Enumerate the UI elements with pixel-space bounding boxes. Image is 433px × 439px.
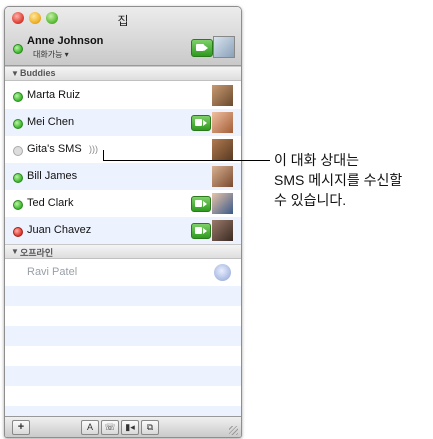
buddy-name: Bill James bbox=[27, 170, 78, 182]
buddy-name: Mei Chen bbox=[27, 116, 75, 128]
video-camera-icon bbox=[195, 227, 207, 234]
buddy-avatar bbox=[212, 220, 233, 241]
video-camera-icon bbox=[195, 119, 207, 126]
available-status-icon bbox=[13, 200, 23, 210]
video-camera-icon bbox=[196, 44, 208, 51]
buddy-avatar bbox=[212, 166, 233, 187]
buddy-name: Marta Ruiz bbox=[27, 89, 81, 101]
my-name: Anne Johnson bbox=[27, 35, 104, 47]
screen-sharing-button[interactable]: ⧉ bbox=[141, 420, 159, 435]
buddy-name: Ted Clark bbox=[27, 197, 74, 209]
video-chat-button[interactable] bbox=[191, 196, 211, 212]
callout-line-3: 수 있습니다. bbox=[274, 192, 347, 208]
buddy-row-marta-ruiz[interactable]: Marta Ruiz bbox=[5, 82, 241, 109]
window-title: 집 bbox=[117, 14, 129, 28]
buddy-avatar bbox=[212, 139, 233, 160]
group-label: Buddies bbox=[20, 68, 56, 78]
add-buddy-button[interactable]: + bbox=[12, 420, 30, 435]
buddy-row-ravi-patel[interactable]: Ravi Patel bbox=[5, 259, 241, 286]
buddy-avatar bbox=[214, 264, 231, 281]
available-status-icon bbox=[13, 173, 23, 183]
buddy-row-gitas-sms[interactable]: Gita's SMS ))) bbox=[5, 136, 241, 163]
audio-chat-button[interactable]: ☏ bbox=[101, 420, 119, 435]
text-chat-button[interactable]: A bbox=[81, 420, 99, 435]
sms-signal-icon: ))) bbox=[89, 144, 98, 154]
buddy-avatar bbox=[212, 193, 233, 214]
my-status-menu[interactable]: 대화가능 ▾ bbox=[33, 49, 69, 60]
available-status-icon bbox=[13, 119, 23, 129]
group-header-offline[interactable]: ▼ 오프라인 bbox=[5, 244, 241, 259]
buddy-row-juan-chavez[interactable]: Juan Chavez bbox=[5, 217, 241, 244]
title-bar: 집 Anne Johnson 대화가능 ▾ bbox=[5, 7, 241, 66]
callout-text: 이 대화 상대는 SMS 메시지를 수신할 수 있습니다. bbox=[274, 150, 402, 210]
callout-line-2: SMS 메시지를 수신할 bbox=[274, 172, 403, 188]
bottom-toolbar: + A ☏ ▮◂ ⧉ bbox=[5, 416, 241, 437]
buddy-row-bill-james[interactable]: Bill James bbox=[5, 163, 241, 190]
busy-status-icon bbox=[13, 227, 23, 237]
my-avatar[interactable] bbox=[213, 36, 235, 58]
buddy-name: Gita's SMS bbox=[27, 143, 82, 155]
disclosure-triangle-icon: ▼ bbox=[11, 69, 19, 78]
video-chat-button[interactable] bbox=[191, 223, 211, 239]
callout-line bbox=[103, 150, 104, 160]
group-label: 오프라인 bbox=[20, 248, 54, 258]
buddy-name: Juan Chavez bbox=[27, 224, 92, 236]
callout-line-1: 이 대화 상대는 bbox=[274, 152, 360, 168]
my-video-button[interactable] bbox=[191, 39, 213, 57]
resize-grip-icon[interactable] bbox=[229, 426, 238, 435]
video-camera-icon bbox=[195, 200, 207, 207]
buddy-list: ▼ Buddies Marta Ruiz Mei Chen Gita's SMS… bbox=[5, 66, 241, 416]
buddy-row-ted-clark[interactable]: Ted Clark bbox=[5, 190, 241, 217]
video-chat-toolbar-button[interactable]: ▮◂ bbox=[121, 420, 139, 435]
video-chat-button[interactable] bbox=[191, 115, 211, 131]
buddy-list-window: 집 Anne Johnson 대화가능 ▾ ▼ Buddies Marta Ru… bbox=[4, 6, 242, 438]
disclosure-triangle-icon: ▼ bbox=[11, 247, 19, 256]
buddy-name: Ravi Patel bbox=[27, 266, 78, 278]
buddy-avatar bbox=[212, 112, 233, 133]
sms-status-icon bbox=[13, 146, 23, 156]
my-status-icon bbox=[13, 44, 23, 54]
buddy-row-mei-chen[interactable]: Mei Chen bbox=[5, 109, 241, 136]
callout-line bbox=[103, 160, 270, 161]
buddy-avatar bbox=[212, 85, 233, 106]
available-status-icon bbox=[13, 92, 23, 102]
group-header-buddies[interactable]: ▼ Buddies bbox=[5, 66, 241, 81]
